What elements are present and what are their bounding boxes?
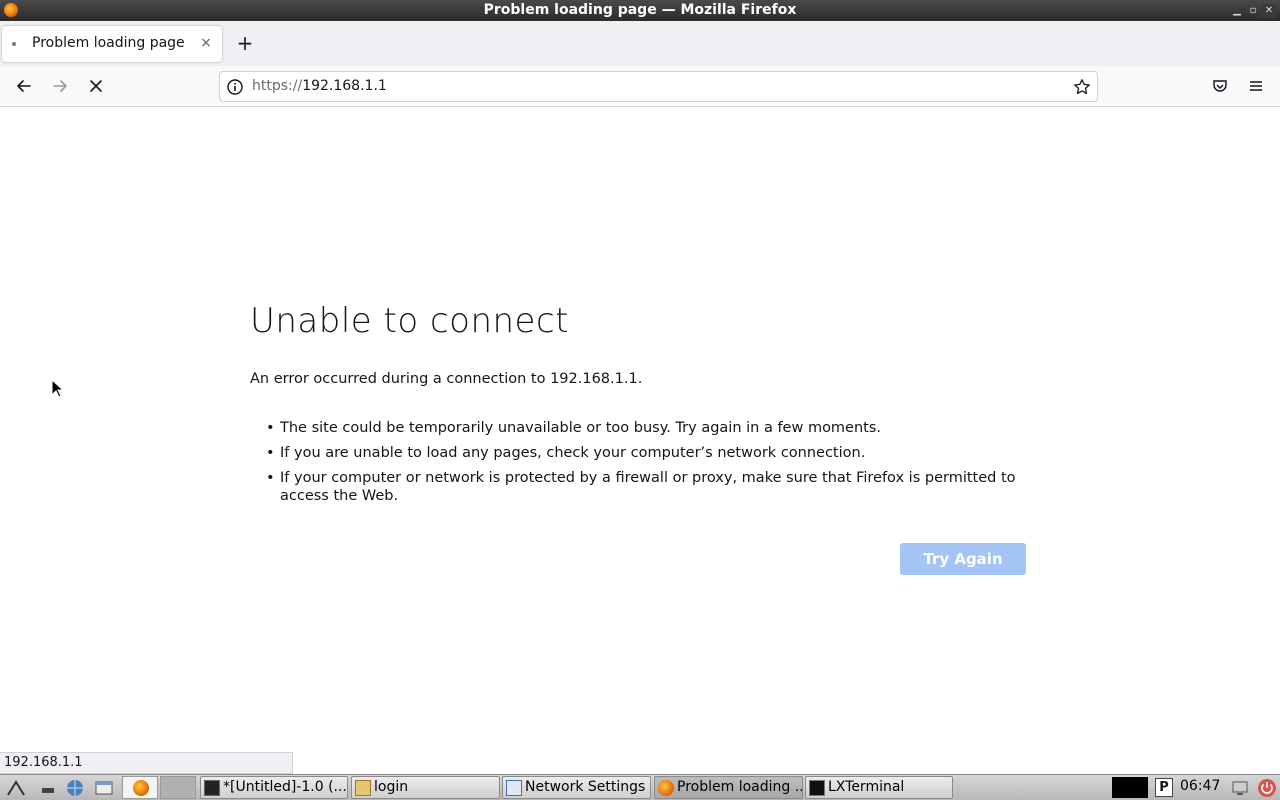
pocket-icon bbox=[1213, 80, 1227, 92]
task-image-editor[interactable]: *[Untitled]-1.0 (... bbox=[200, 776, 348, 799]
pocket-button[interactable] bbox=[1207, 73, 1233, 99]
clock[interactable]: 06:47 bbox=[1180, 778, 1220, 794]
task-label: Problem loading ... bbox=[677, 779, 803, 795]
keyboard-layout-icon[interactable]: P bbox=[1155, 778, 1173, 797]
launcher-empty[interactable] bbox=[160, 776, 196, 799]
task-label: *[Untitled]-1.0 (... bbox=[223, 779, 347, 795]
window-icon bbox=[506, 780, 522, 796]
site-info-icon[interactable] bbox=[226, 78, 244, 96]
image-editor-icon bbox=[204, 780, 220, 796]
network-globe-icon[interactable] bbox=[65, 778, 85, 798]
mouse-cursor-icon bbox=[51, 379, 65, 398]
url-bar[interactable]: https://192.168.1.1 bbox=[219, 71, 1098, 102]
firefox-icon bbox=[658, 780, 674, 796]
task-network-settings[interactable]: Network Settings bbox=[502, 776, 651, 799]
task-label: LXTerminal bbox=[828, 779, 905, 795]
window-controls: ▁ ▫ ✕ bbox=[1230, 0, 1276, 21]
stop-button[interactable] bbox=[83, 73, 109, 99]
screen-lock-icon[interactable] bbox=[1230, 778, 1250, 798]
terminal-icon bbox=[809, 780, 825, 796]
maximize-icon[interactable]: ▫ bbox=[1246, 4, 1260, 18]
task-label: login bbox=[374, 779, 409, 795]
back-arrow-icon bbox=[16, 80, 31, 92]
tab-problem-loading[interactable]: Problem loading page × bbox=[2, 26, 222, 62]
stop-x-icon bbox=[90, 80, 102, 92]
tab-loading-indicator-icon bbox=[12, 42, 16, 46]
error-suggestions-list: The site could be temporarily unavailabl… bbox=[266, 419, 1036, 512]
task-lxterminal[interactable]: LXTerminal bbox=[805, 776, 953, 799]
window-title: Problem loading page — Mozilla Firefox bbox=[483, 2, 797, 18]
task-login[interactable]: login bbox=[351, 776, 500, 799]
close-window-icon[interactable]: ✕ bbox=[1262, 3, 1276, 18]
hamburger-menu-icon bbox=[1250, 81, 1262, 91]
window-titlebar: Problem loading page — Mozilla Firefox ▁… bbox=[0, 0, 1280, 21]
list-item: The site could be temporarily unavailabl… bbox=[266, 419, 1036, 437]
file-manager-icon[interactable] bbox=[94, 778, 114, 798]
cpu-monitor bbox=[1112, 777, 1148, 798]
try-again-button[interactable]: Try Again bbox=[900, 543, 1026, 575]
task-firefox[interactable]: Problem loading ... bbox=[654, 776, 803, 799]
tab-close-icon[interactable]: × bbox=[198, 34, 214, 52]
url-text[interactable]: https://192.168.1.1 bbox=[252, 78, 387, 94]
taskbar: *[Untitled]-1.0 (... login Network Setti… bbox=[0, 774, 1280, 800]
status-bar: 192.168.1.1 bbox=[0, 752, 293, 774]
error-description: An error occurred during a connection to… bbox=[250, 371, 643, 387]
bookmark-star-icon[interactable] bbox=[1073, 78, 1091, 96]
folder-icon bbox=[355, 780, 371, 796]
forward-button[interactable] bbox=[47, 73, 73, 99]
error-title: Unable to connect bbox=[250, 301, 569, 341]
navigation-toolbar: https://192.168.1.1 bbox=[0, 66, 1280, 107]
forward-arrow-icon bbox=[53, 80, 68, 92]
app-menu-button[interactable] bbox=[1243, 73, 1269, 99]
new-tab-button[interactable]: + bbox=[234, 31, 256, 55]
minimize-icon[interactable]: ▁ bbox=[1230, 4, 1244, 18]
page-content: Unable to connect An error occurred duri… bbox=[0, 107, 1280, 752]
task-label: Network Settings bbox=[525, 779, 646, 795]
url-host: 192.168.1.1 bbox=[302, 78, 387, 94]
tab-title: Problem loading page bbox=[32, 35, 185, 51]
power-icon[interactable] bbox=[1257, 778, 1277, 798]
list-item: If your computer or network is protected… bbox=[266, 469, 1036, 505]
url-scheme: https:// bbox=[252, 78, 303, 94]
back-button[interactable] bbox=[11, 73, 37, 99]
firefox-icon bbox=[4, 3, 18, 17]
firefox-icon bbox=[133, 780, 149, 796]
launcher-firefox[interactable] bbox=[122, 776, 158, 799]
tab-strip: Problem loading page × + bbox=[0, 21, 1280, 66]
show-desktop-icon[interactable] bbox=[38, 778, 58, 798]
start-menu-icon[interactable] bbox=[6, 778, 26, 798]
list-item: If you are unable to load any pages, che… bbox=[266, 444, 1036, 462]
